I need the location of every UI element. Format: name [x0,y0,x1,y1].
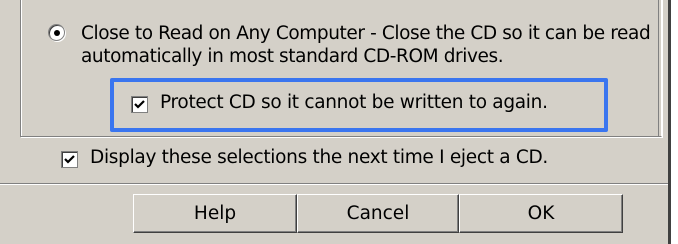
protect-cd-label: Protect CD so it cannot be written to ag… [160,92,548,113]
close-to-read-label: Close to Read on Any Computer - Close th… [81,23,651,67]
display-selections-label: Display these selections the next time I… [90,147,548,168]
ok-button[interactable]: OK [459,194,623,233]
cancel-button[interactable]: Cancel [297,194,459,233]
checkmark-icon [64,155,75,164]
help-button[interactable]: Help [133,194,297,233]
radio-dot-icon [54,30,60,36]
button-separator [0,183,668,184]
protect-cd-checkbox[interactable] [131,96,148,113]
display-selections-checkbox[interactable] [61,151,78,168]
window-border [668,0,671,244]
group-edge [658,0,659,136]
radio-selected-icon[interactable] [48,24,65,41]
checkmark-icon [134,100,145,109]
eject-options-dialog: Close to Read on Any Computer - Close th… [0,0,668,244]
